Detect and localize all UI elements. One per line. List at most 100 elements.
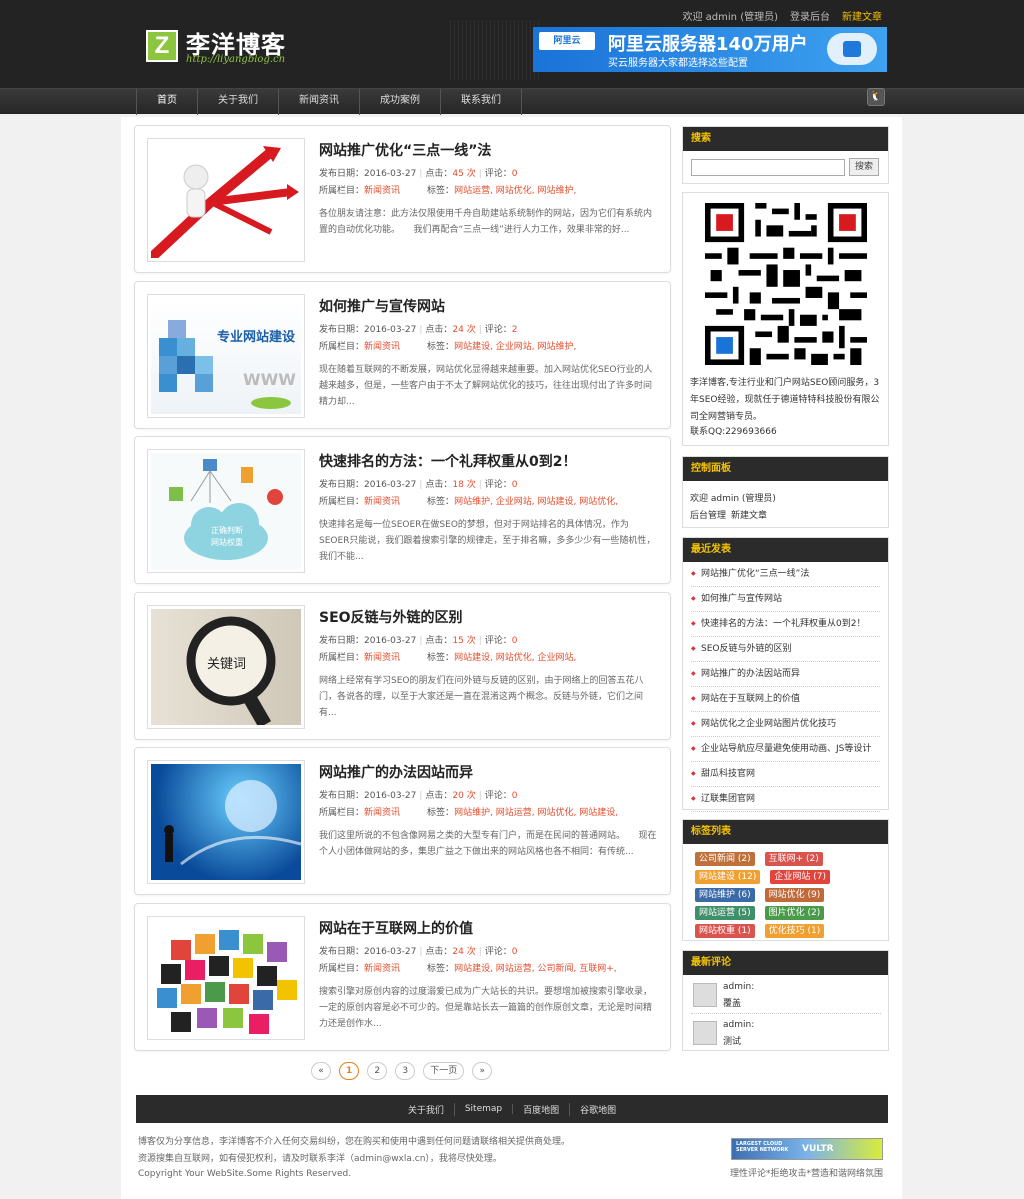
post-title[interactable]: 快速排名的方法：一个礼拜权重从0到2！ <box>319 451 576 471</box>
category-link[interactable]: 新闻资讯 <box>364 653 400 663</box>
post-title[interactable]: SEO反链与外链的区别 <box>319 607 463 627</box>
control-backend-link[interactable]: 后台管理 <box>690 508 726 521</box>
vultr-badge[interactable]: LARGEST CLOUD SERVER NETWORK VULTR <box>731 1138 883 1160</box>
tag-links[interactable]: 网站建设, 网站运营, 公司新闻, 互联网+, <box>454 964 617 974</box>
post-excerpt: 搜索引擎对原创内容的过度溺爱已成为广大站长的共识。要想增加被搜索引擎收录，一定的… <box>319 987 653 1029</box>
category-link[interactable]: 新闻资讯 <box>364 808 400 818</box>
tag-badge[interactable]: 网站运营 (5) <box>695 906 755 920</box>
post-excerpt: 我们这里所说的不包含像网易之类的大型专有门户，而是在民间的普通网站。 现在个人小… <box>319 831 657 857</box>
tag-badge[interactable]: 优化技巧 (1) <box>764 924 825 938</box>
recent-post-link[interactable]: 辽联集团官网 <box>691 787 880 812</box>
post-meta: 发布日期：2016-03-27 | 点击：18 次 | 评论：0 <box>319 480 518 490</box>
aliyun-ad-banner[interactable]: 阿里云 阿里云服务器140万用户 买云服务器大家都选择这些配置 <box>533 27 887 72</box>
comment-author[interactable]: admin: <box>723 1020 754 1030</box>
comment-text[interactable]: 覆盖 <box>723 996 741 1009</box>
tag-badge[interactable]: 图片优化 (2) <box>764 906 825 920</box>
tag-badge[interactable]: 公司新闻 (2) <box>695 852 755 866</box>
control-new-post-link[interactable]: 新建文章 <box>731 508 767 521</box>
post-thumbnail[interactable]: 专业网站建设 WWW <box>147 294 305 418</box>
tag-badge[interactable]: 互联网+ (2) <box>764 852 823 866</box>
post-thumbnail[interactable] <box>147 138 305 262</box>
footer-link-sitemap[interactable]: Sitemap <box>455 1104 514 1114</box>
recent-post-link[interactable]: 网站推广优化“三点一线”法 <box>691 562 880 587</box>
recent-post-link[interactable]: 快速排名的方法：一个礼拜权重从0到2！ <box>691 612 880 637</box>
nav-home[interactable]: 首页 <box>136 89 198 115</box>
recent-post-link[interactable]: 企业站导航应尽量避免使用动画、JS等设计 <box>691 737 880 762</box>
comment-text[interactable]: 测试 <box>723 1034 741 1047</box>
recent-post-link[interactable]: 网站在于互联网上的价值 <box>691 687 880 712</box>
post-category-tags: 所属栏目：新闻资讯 标签：网站维护, 企业网站, 网站建设, 网站优化, <box>319 497 619 507</box>
site-url: http://liyangblog.cn <box>186 54 286 65</box>
badge-label: LARGEST CLOUD SERVER NETWORK <box>736 1141 789 1153</box>
post-excerpt: 快速排名是每一位SEOER在做SEO的梦想，但对于网站排名的具体情况，作为SEO… <box>319 520 656 562</box>
pager-next[interactable]: 下一页 <box>423 1062 465 1080</box>
tag-badge[interactable]: 网站维护 (6) <box>695 888 755 902</box>
pager-last[interactable]: » <box>472 1062 493 1080</box>
post-card: 专业网站建设 WWW 如何推广与宣传网站 发布日期：2016-03-27 | 点击：… <box>134 281 671 429</box>
cubes-image <box>159 320 291 409</box>
nav-about[interactable]: 关于我们 <box>198 89 279 115</box>
tag-links[interactable]: 网站维护, 企业网站, 网站建设, 网站优化, <box>454 497 618 507</box>
cloud-server-icon <box>827 33 877 65</box>
tag-links[interactable]: 网站运营, 网站优化, 网站维护, <box>454 186 576 196</box>
pager-page-2[interactable]: 2 <box>367 1062 388 1080</box>
pager-first[interactable]: « <box>311 1062 331 1080</box>
comment-author[interactable]: admin: <box>723 982 754 992</box>
login-backend-link[interactable]: 登录后台 <box>790 8 830 23</box>
post-card: 关键词 SEO反链与外链的区别 发布日期：2016-03-27 | 点击：15 次 |… <box>134 592 671 740</box>
recent-post-link[interactable]: 甜瓜科技官网 <box>691 762 880 787</box>
post-thumbnail[interactable]: 关键词 <box>147 605 305 729</box>
arrows-figure-image <box>151 146 299 258</box>
recent-post-link[interactable]: 如何推广与宣传网站 <box>691 587 880 612</box>
qq-icon[interactable]: 🐧 <box>867 88 885 106</box>
post-category-tags: 所属栏目：新闻资讯 标签：网站建设, 网站优化, 企业网站, <box>319 653 577 663</box>
tag-badge[interactable]: 网站建设 (12) <box>695 870 761 884</box>
post-card: 网站推广的办法因站而异 发布日期：2016-03-27 | 点击：20 次 | 评论：0… <box>134 747 671 895</box>
vultr-logo: VULTR <box>802 1144 834 1154</box>
tag-links[interactable]: 网站建设, 网站优化, 企业网站, <box>454 653 576 663</box>
nav-cases[interactable]: 成功案例 <box>360 89 441 115</box>
recent-post-link[interactable]: 网站推广的办法因站而异 <box>691 662 880 687</box>
post-title[interactable]: 如何推广与宣传网站 <box>319 296 445 316</box>
footer-link-about[interactable]: 关于我们 <box>398 1102 455 1116</box>
logo-icon[interactable]: Z <box>146 30 178 62</box>
new-post-link[interactable]: 新建文章 <box>842 8 882 23</box>
recent-post-link[interactable]: SEO反链与外链的区别 <box>691 637 880 662</box>
category-link[interactable]: 新闻资讯 <box>364 497 400 507</box>
nav-news[interactable]: 新闻资讯 <box>279 89 360 115</box>
tag-badge[interactable]: 网站权重 (1) <box>695 924 755 938</box>
category-link[interactable]: 新闻资讯 <box>364 342 400 352</box>
widget-title: 标签列表 <box>683 820 888 844</box>
post-meta: 发布日期：2016-03-27 | 点击：45 次 | 评论：0 <box>319 169 518 179</box>
post-thumbnail[interactable] <box>147 916 305 1040</box>
pager-page-3[interactable]: 3 <box>395 1062 416 1080</box>
about-qq: 联系QQ:229693666 <box>690 427 777 437</box>
category-link[interactable]: 新闻资讯 <box>364 186 400 196</box>
search-button[interactable]: 搜索 <box>849 158 879 176</box>
pager-page-1[interactable]: 1 <box>339 1062 360 1080</box>
tag-list-widget: 标签列表 公司新闻 (2) 互联网+ (2) 网站建设 (12) 企业网站 (7… <box>682 819 889 941</box>
nav-contact[interactable]: 联系我们 <box>441 89 522 115</box>
post-category-tags: 所属栏目：新闻资讯 标签：网站建设, 网站运营, 公司新闻, 互联网+, <box>319 964 617 974</box>
post-thumbnail[interactable]: 正确判断 网站权重 <box>147 449 305 573</box>
footer-link-baidu-map[interactable]: 百度地图 <box>513 1102 571 1116</box>
search-widget: 搜索 搜索 <box>682 126 889 184</box>
footer-nav: 关于我们 Sitemap 百度地图 谷歌地图 <box>136 1095 888 1123</box>
post-title[interactable]: 网站推广优化“三点一线”法 <box>319 140 491 160</box>
post-card: 网站推广优化“三点一线”法 发布日期：2016-03-27 | 点击：45 次 | 评论… <box>134 125 671 273</box>
post-thumbnail[interactable] <box>147 760 305 884</box>
post-title[interactable]: 网站推广的办法因站而异 <box>319 762 473 782</box>
tag-links[interactable]: 网站维护, 网站运营, 网站优化, 网站建设, <box>454 808 618 818</box>
post-title[interactable]: 网站在于互联网上的价值 <box>319 918 473 938</box>
category-link[interactable]: 新闻资讯 <box>364 964 400 974</box>
tag-links[interactable]: 网站建设, 企业网站, 网站维护, <box>454 342 576 352</box>
divider <box>691 1013 881 1014</box>
recent-post-link[interactable]: 网站优化之企业网站图片优化技巧 <box>691 712 880 737</box>
post-category-tags: 所属栏目：新闻资讯 标签：网站运营, 网站优化, 网站维护, <box>319 186 577 196</box>
recent-posts-widget: 最近发表 网站推广优化“三点一线”法 如何推广与宣传网站 快速排名的方法：一个礼… <box>682 537 889 812</box>
qr-code-image <box>705 203 867 365</box>
tag-badge[interactable]: 网站优化 (9) <box>764 888 825 902</box>
tag-badge[interactable]: 企业网站 (7) <box>770 870 830 884</box>
search-input[interactable] <box>691 159 845 176</box>
footer-link-google-map[interactable]: 谷歌地图 <box>570 1103 626 1116</box>
